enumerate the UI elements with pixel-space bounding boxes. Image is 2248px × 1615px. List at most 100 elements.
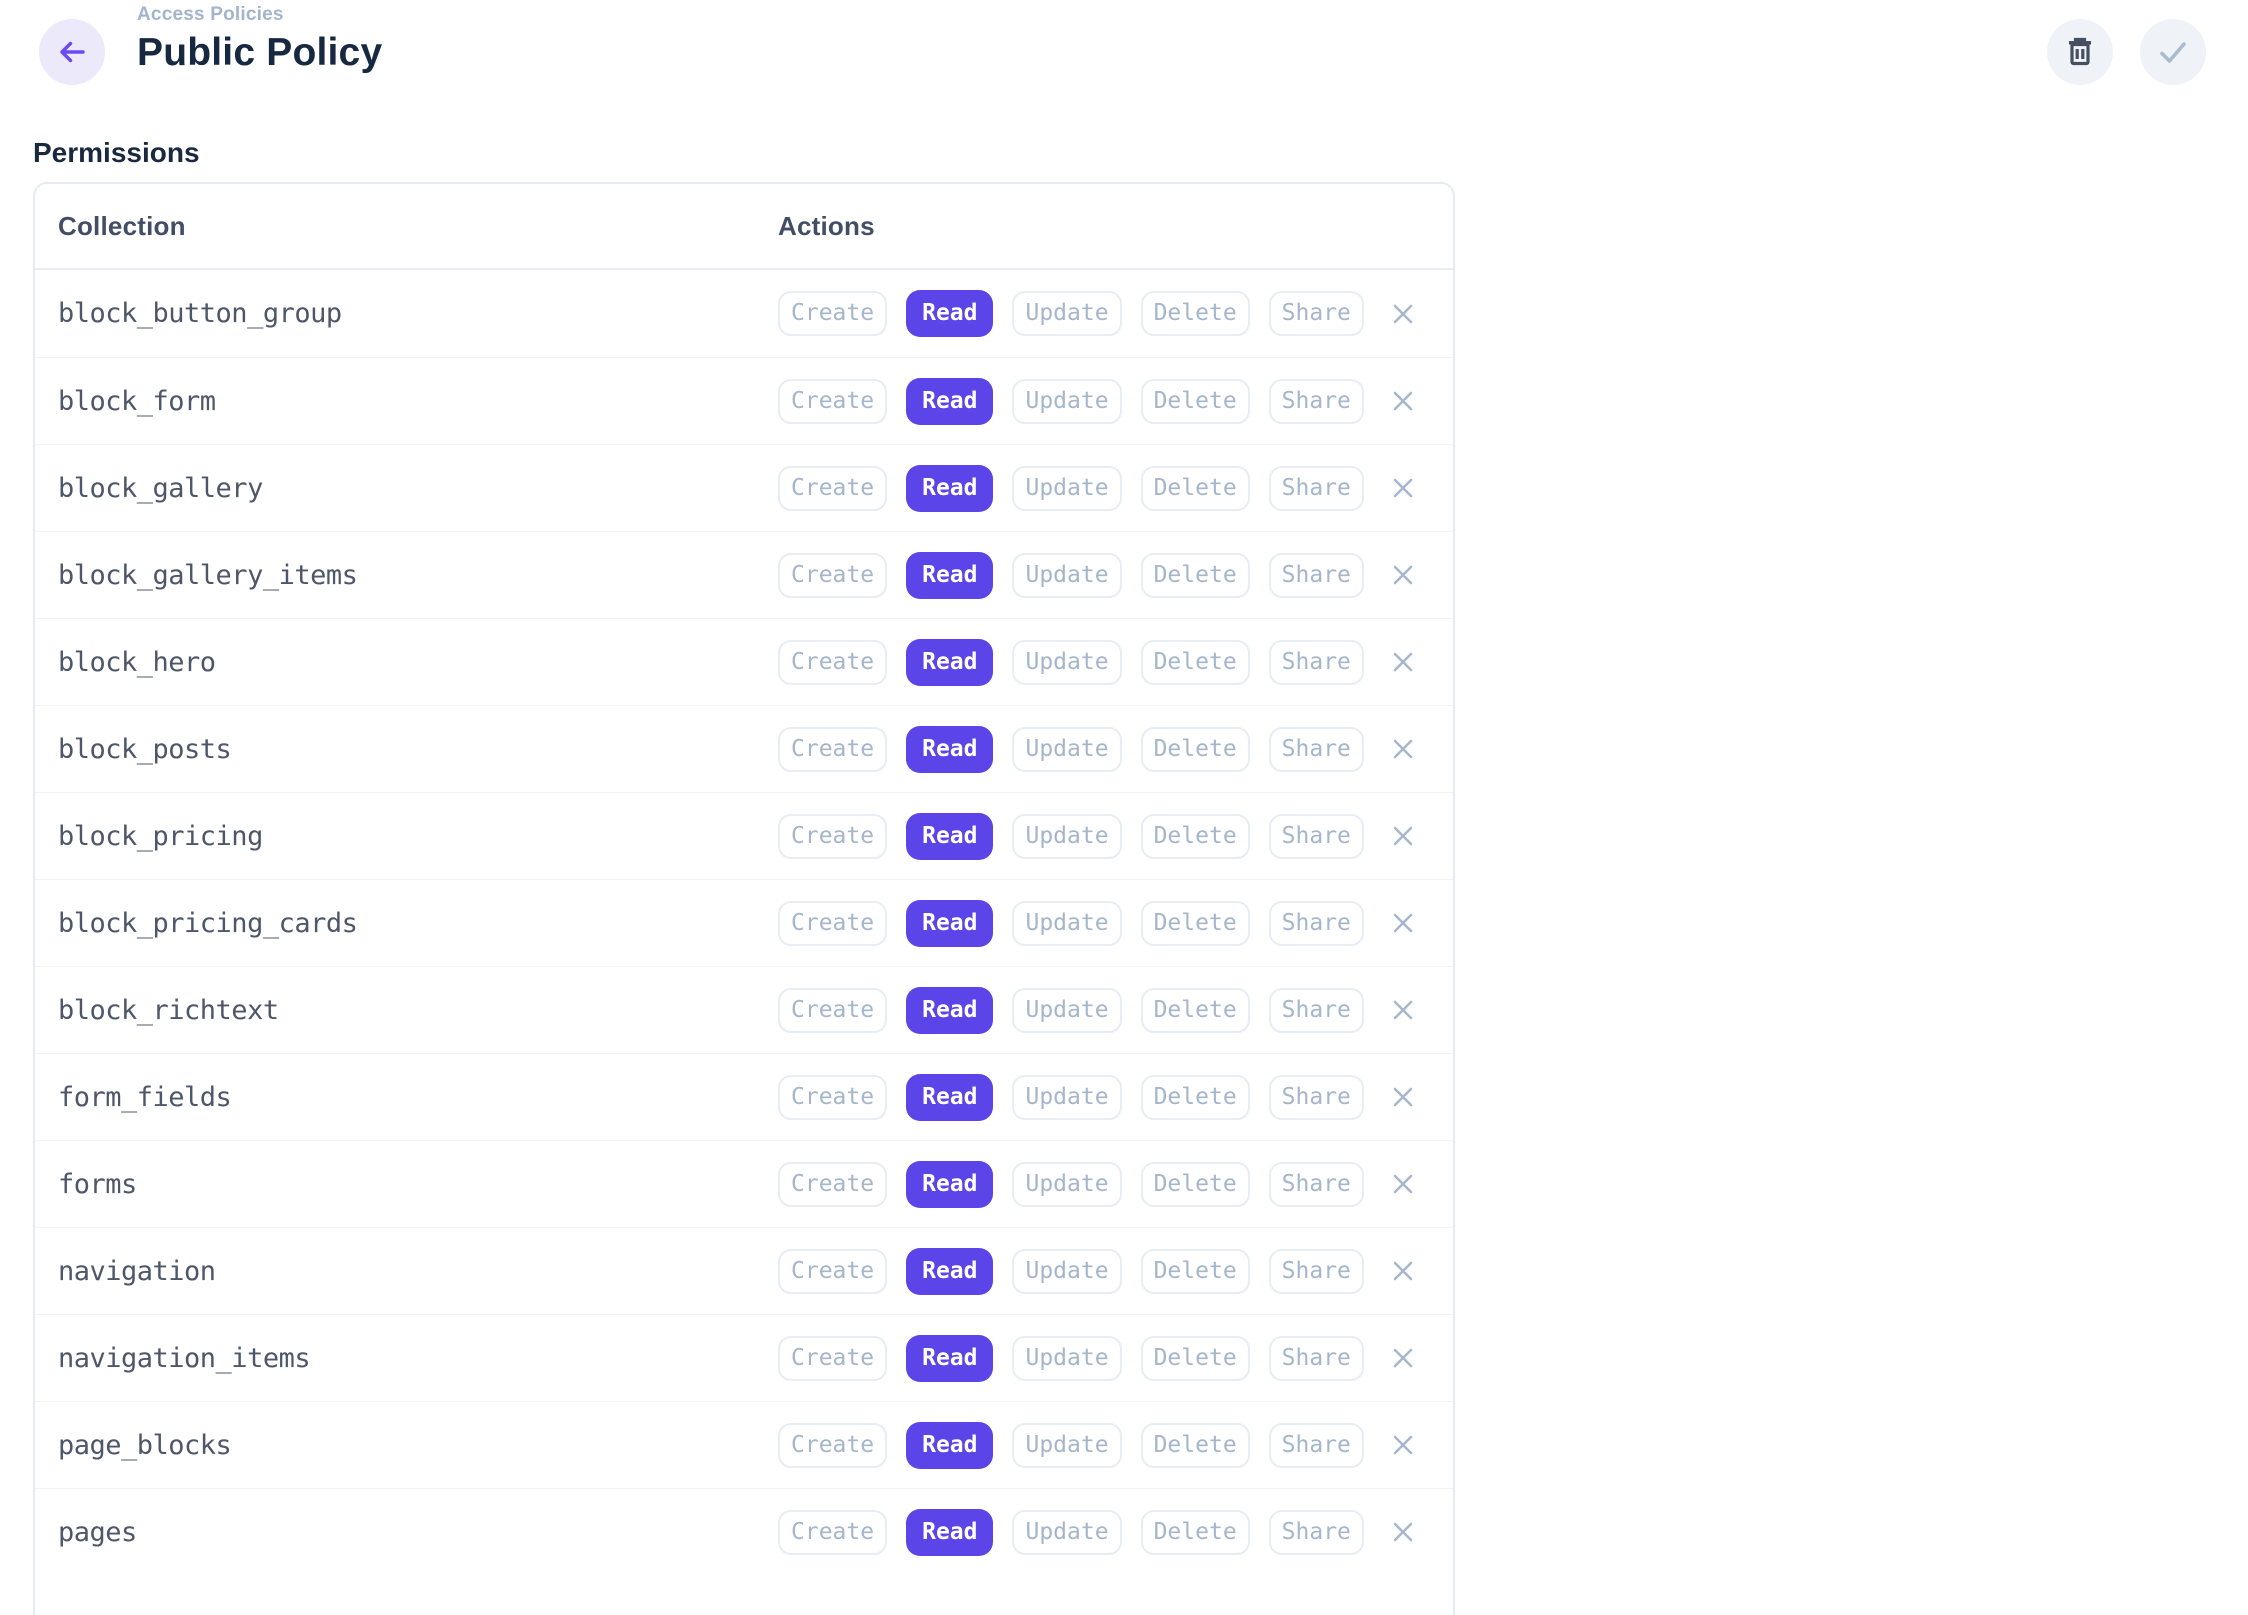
action-share-button[interactable]: Share [1269, 1510, 1364, 1555]
action-update-button[interactable]: Update [1012, 1162, 1121, 1207]
action-update-button[interactable]: Update [1012, 466, 1121, 511]
action-update-button[interactable]: Update [1012, 291, 1121, 336]
action-create-button[interactable]: Create [778, 1423, 887, 1468]
action-create-button[interactable]: Create [778, 379, 887, 424]
action-read-button[interactable]: Read [906, 639, 993, 686]
action-read-button[interactable]: Read [906, 1509, 993, 1556]
action-read-button[interactable]: Read [906, 552, 993, 599]
remove-permission-button[interactable] [1386, 1341, 1420, 1375]
action-update-button[interactable]: Update [1012, 640, 1121, 685]
action-update-button[interactable]: Update [1012, 1510, 1121, 1555]
remove-permission-button[interactable] [1386, 1167, 1420, 1201]
remove-permission-button[interactable] [1386, 384, 1420, 418]
action-share-button[interactable]: Share [1269, 814, 1364, 859]
action-delete-button[interactable]: Delete [1141, 1510, 1250, 1555]
action-read-button[interactable]: Read [906, 726, 993, 773]
delete-policy-button[interactable] [2047, 19, 2113, 85]
action-delete-button[interactable]: Delete [1141, 1075, 1250, 1120]
action-create-button[interactable]: Create [778, 814, 887, 859]
action-create-button[interactable]: Create [778, 988, 887, 1033]
action-read-button[interactable]: Read [906, 290, 993, 337]
action-create-button[interactable]: Create [778, 1249, 887, 1294]
action-share-button[interactable]: Share [1269, 1075, 1364, 1120]
action-update-button[interactable]: Update [1012, 1423, 1121, 1468]
action-delete-button[interactable]: Delete [1141, 988, 1250, 1033]
action-share-button[interactable]: Share [1269, 466, 1364, 511]
action-read-button[interactable]: Read [906, 1074, 993, 1121]
remove-permission-button[interactable] [1386, 732, 1420, 766]
collection-name: block_button_group [58, 298, 778, 329]
action-share-button[interactable]: Share [1269, 1336, 1364, 1381]
remove-permission-button[interactable] [1386, 1254, 1420, 1288]
action-create-button[interactable]: Create [778, 466, 887, 511]
action-read-button[interactable]: Read [906, 378, 993, 425]
remove-permission-button[interactable] [1386, 819, 1420, 853]
action-create-button[interactable]: Create [778, 1162, 887, 1207]
action-update-button[interactable]: Update [1012, 379, 1121, 424]
remove-permission-button[interactable] [1386, 297, 1420, 331]
action-share-button[interactable]: Share [1269, 379, 1364, 424]
action-delete-button[interactable]: Delete [1141, 727, 1250, 772]
action-read-button[interactable]: Read [906, 1161, 993, 1208]
actions-cell: Create Read Update Delete Share [778, 900, 1420, 947]
action-update-button[interactable]: Update [1012, 901, 1121, 946]
action-read-button[interactable]: Read [906, 987, 993, 1034]
action-share-button[interactable]: Share [1269, 901, 1364, 946]
action-update-button[interactable]: Update [1012, 1336, 1121, 1381]
action-read-button[interactable]: Read [906, 1422, 993, 1469]
action-delete-button[interactable]: Delete [1141, 1162, 1250, 1207]
action-create-button[interactable]: Create [778, 291, 887, 336]
action-share-button[interactable]: Share [1269, 988, 1364, 1033]
action-read-button[interactable]: Read [906, 465, 993, 512]
x-icon [1388, 995, 1418, 1025]
action-create-button[interactable]: Create [778, 1510, 887, 1555]
action-read-button[interactable]: Read [906, 813, 993, 860]
action-share-button[interactable]: Share [1269, 640, 1364, 685]
action-create-button[interactable]: Create [778, 727, 887, 772]
action-share-button[interactable]: Share [1269, 1162, 1364, 1207]
action-create-button[interactable]: Create [778, 640, 887, 685]
action-delete-button[interactable]: Delete [1141, 466, 1250, 511]
remove-permission-button[interactable] [1386, 471, 1420, 505]
action-update-button[interactable]: Update [1012, 553, 1121, 598]
action-update-button[interactable]: Update [1012, 988, 1121, 1033]
action-share-button[interactable]: Share [1269, 291, 1364, 336]
action-delete-button[interactable]: Delete [1141, 379, 1250, 424]
x-icon [1388, 473, 1418, 503]
action-read-button[interactable]: Read [906, 900, 993, 947]
remove-permission-button[interactable] [1386, 1428, 1420, 1462]
action-delete-button[interactable]: Delete [1141, 640, 1250, 685]
action-delete-button[interactable]: Delete [1141, 291, 1250, 336]
action-share-button[interactable]: Share [1269, 727, 1364, 772]
action-delete-button[interactable]: Delete [1141, 901, 1250, 946]
action-share-button[interactable]: Share [1269, 553, 1364, 598]
action-share-button[interactable]: Share [1269, 1249, 1364, 1294]
action-delete-button[interactable]: Delete [1141, 1423, 1250, 1468]
action-delete-button[interactable]: Delete [1141, 1249, 1250, 1294]
action-update-button[interactable]: Update [1012, 1249, 1121, 1294]
action-update-button[interactable]: Update [1012, 1075, 1121, 1120]
back-button[interactable] [39, 19, 105, 85]
action-delete-button[interactable]: Delete [1141, 814, 1250, 859]
action-update-button[interactable]: Update [1012, 727, 1121, 772]
remove-permission-button[interactable] [1386, 906, 1420, 940]
action-create-button[interactable]: Create [778, 901, 887, 946]
remove-permission-button[interactable] [1386, 993, 1420, 1027]
remove-permission-button[interactable] [1386, 1515, 1420, 1549]
action-create-button[interactable]: Create [778, 553, 887, 598]
remove-permission-button[interactable] [1386, 645, 1420, 679]
action-share-button[interactable]: Share [1269, 1423, 1364, 1468]
actions-cell: Create Read Update Delete Share [778, 1422, 1420, 1469]
collection-name: pages [58, 1517, 778, 1548]
remove-permission-button[interactable] [1386, 1080, 1420, 1114]
remove-permission-button[interactable] [1386, 558, 1420, 592]
action-read-button[interactable]: Read [906, 1335, 993, 1382]
save-policy-button[interactable] [2140, 19, 2206, 85]
action-update-button[interactable]: Update [1012, 814, 1121, 859]
action-read-button[interactable]: Read [906, 1248, 993, 1295]
action-delete-button[interactable]: Delete [1141, 553, 1250, 598]
action-create-button[interactable]: Create [778, 1075, 887, 1120]
action-delete-button[interactable]: Delete [1141, 1336, 1250, 1381]
action-create-button[interactable]: Create [778, 1336, 887, 1381]
collection-name: block_gallery_items [58, 560, 778, 591]
